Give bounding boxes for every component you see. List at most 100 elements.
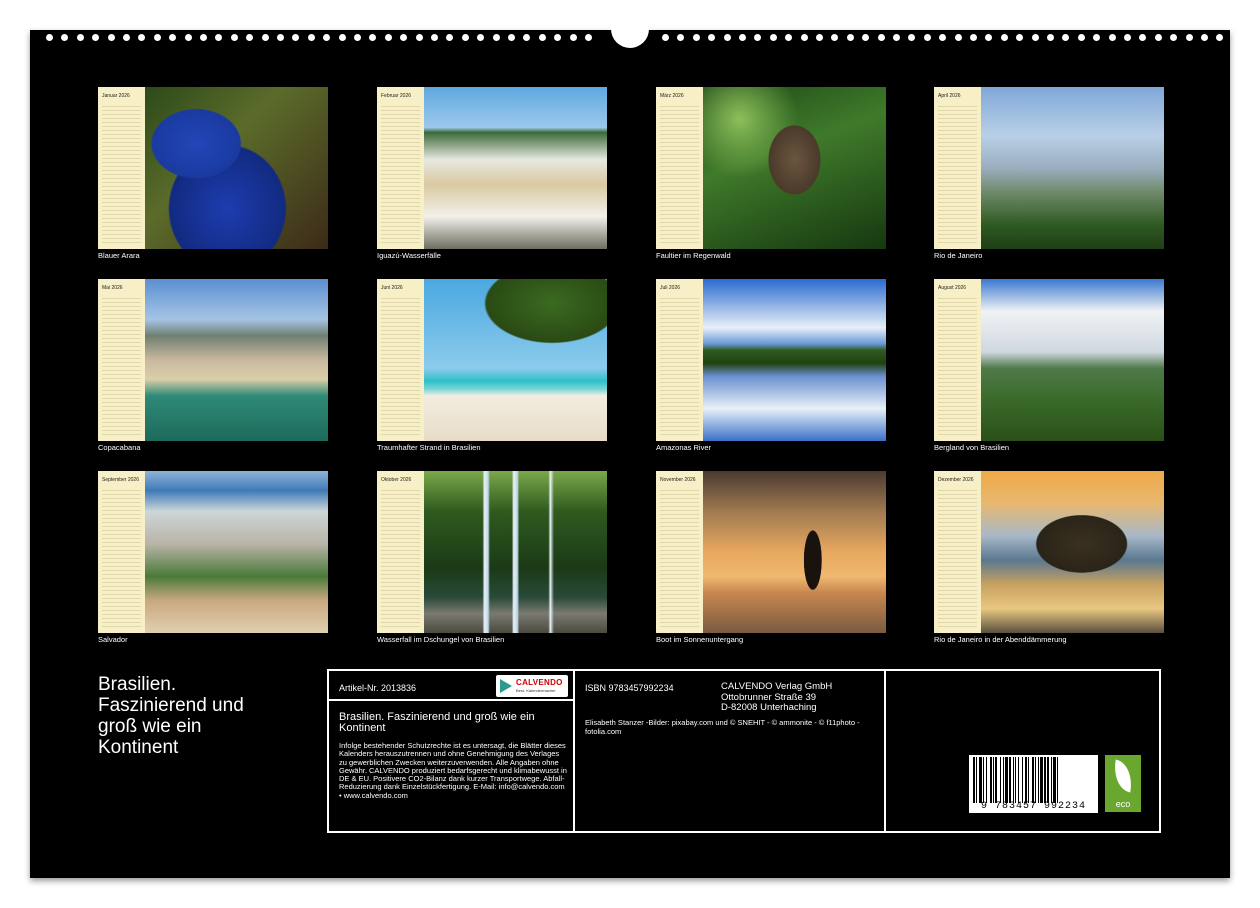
ring-hole	[230, 34, 238, 41]
calendar-strip: April 2026	[934, 87, 982, 249]
month-label: August 2026	[938, 285, 967, 291]
ring-hole	[877, 34, 885, 41]
ring-hole	[369, 34, 377, 41]
ring-hole	[277, 34, 284, 41]
calendar-strip: August 2026	[934, 279, 982, 441]
ring-hole	[184, 34, 192, 41]
ring-hole	[1062, 34, 1070, 41]
photo-caption: Bergland von Brasilien	[934, 443, 1010, 452]
ring-hole	[400, 34, 408, 41]
ring-hole	[46, 34, 53, 41]
publisher-line: CALVENDO Verlag GmbH	[721, 681, 833, 692]
title-line: Faszinierend und	[98, 695, 244, 716]
month-tile[interactable]: Oktober 2026 Wasserfall im Dschungel von…	[377, 471, 607, 644]
month-tile[interactable]: November 2026 Boot im Sonnenuntergang	[656, 471, 886, 644]
ring-hole	[508, 34, 515, 41]
ring-hole	[662, 34, 669, 41]
month-label: Januar 2026	[102, 93, 130, 99]
leaf-icon	[1110, 759, 1136, 793]
month-thumbnail: November 2026	[656, 471, 886, 633]
month-tile[interactable]: Juli 2026 Amazonas River	[656, 279, 886, 452]
ring-hole	[1000, 34, 1008, 41]
calvendo-logo: CALVENDO Best. Kalendermacher	[496, 675, 568, 697]
ring-hole	[354, 34, 361, 41]
ring-hole	[477, 34, 485, 41]
ring-hole	[323, 34, 331, 41]
ring-hole	[461, 34, 469, 41]
barcode-digits: 9 783457 992234	[980, 801, 1086, 812]
ring-hole	[1016, 34, 1024, 41]
month-label: März 2026	[660, 93, 684, 99]
calendar-strip: Juni 2026	[377, 279, 425, 441]
calendar-strip: Oktober 2026	[377, 471, 425, 633]
month-tile[interactable]: Januar 2026 Blauer Arara	[98, 87, 328, 260]
divider	[573, 671, 575, 831]
month-thumbnail: Oktober 2026	[377, 471, 607, 633]
month-thumbnail: Juli 2026	[656, 279, 886, 441]
photo-rio-christ	[981, 87, 1164, 249]
photo-copacabana	[145, 279, 328, 441]
photo-caption: Faultier im Regenwald	[656, 251, 731, 260]
month-thumbnail: Dezember 2026	[934, 471, 1164, 633]
ring-hole	[692, 34, 700, 41]
month-label: November 2026	[660, 477, 696, 483]
month-tile[interactable]: Februar 2026 Iguazú-Wasserfälle	[377, 87, 607, 260]
calendar-strip: Januar 2026	[98, 87, 146, 249]
ring-hole	[1185, 34, 1193, 41]
month-tile[interactable]: Mai 2026 Copacabana	[98, 279, 328, 452]
ring-hole	[569, 34, 577, 41]
photo-iguazu-falls	[424, 87, 607, 249]
month-tile[interactable]: März 2026 Faultier im Regenwald	[656, 87, 886, 260]
photo-caption: Traumhafter Strand in Brasilien	[377, 443, 481, 452]
ring-hole	[554, 34, 562, 41]
isbn: ISBN 9783457992234	[585, 683, 674, 693]
ring-hole	[384, 34, 392, 41]
ring-hole	[846, 34, 854, 41]
month-tile[interactable]: Juni 2026 Traumhafter Strand in Brasilie…	[377, 279, 607, 452]
photo-caption: Salvador	[98, 635, 128, 644]
photo-sloth	[703, 87, 886, 249]
box-title: Brasilien. Faszinierend und groß wie ein…	[339, 711, 535, 734]
logo-brand: CALVENDO	[516, 678, 563, 687]
month-thumbnail: Mai 2026	[98, 279, 328, 441]
ring-hole	[754, 34, 762, 41]
title-line: groß wie ein	[98, 716, 202, 737]
calendar-strip: Dezember 2026	[934, 471, 982, 633]
ring-hole	[292, 34, 300, 41]
photo-brazil-highlands	[981, 279, 1164, 441]
ring-hole	[831, 34, 839, 41]
ring-hole	[431, 34, 438, 41]
photo-hyacinth-macaw	[145, 87, 328, 249]
title-line: Brasilien.	[98, 674, 177, 695]
ring-hole	[677, 34, 685, 41]
ring-hole	[908, 34, 916, 41]
ring-hole	[1124, 34, 1131, 41]
barcode-bars	[973, 757, 1058, 803]
ring-hole	[1170, 34, 1178, 41]
month-label: Juli 2026	[660, 285, 681, 291]
ring-hole	[123, 34, 130, 41]
ring-hole	[954, 34, 962, 41]
month-tile[interactable]: April 2026 Rio de Janeiro	[934, 87, 1164, 260]
month-label: Oktober 2026	[381, 477, 412, 483]
publisher-address: CALVENDO Verlag GmbH Ottobrunner Straße …	[721, 681, 833, 714]
month-thumbnail: Januar 2026	[98, 87, 328, 249]
month-label: Juni 2026	[381, 285, 403, 291]
month-label: September 2026	[102, 477, 139, 483]
ring-hole	[338, 34, 346, 41]
logo-tagline: Best. Kalendermacher	[516, 688, 556, 693]
photo-ship-sunset	[703, 471, 886, 633]
photo-caption: Amazonas River	[656, 443, 712, 452]
photo-jungle-waterfall	[424, 471, 607, 633]
photo-caption: Wasserfall im Dschungel von Brasilien	[377, 635, 505, 644]
ring-hole	[585, 34, 592, 41]
ring-hole	[1108, 34, 1116, 41]
divider	[884, 671, 886, 831]
eco-badge: eco	[1105, 755, 1141, 812]
month-tile[interactable]: August 2026 Bergland von Brasilien	[934, 279, 1164, 452]
ring-hole	[1077, 34, 1085, 41]
ring-hole	[985, 34, 993, 41]
month-tile[interactable]: September 2026 Salvador	[98, 471, 328, 644]
calendar-title: Brasilien. Faszinierend und groß wie ein…	[98, 674, 298, 758]
month-tile[interactable]: Dezember 2026 Rio de Janeiro in der Aben…	[934, 471, 1164, 644]
